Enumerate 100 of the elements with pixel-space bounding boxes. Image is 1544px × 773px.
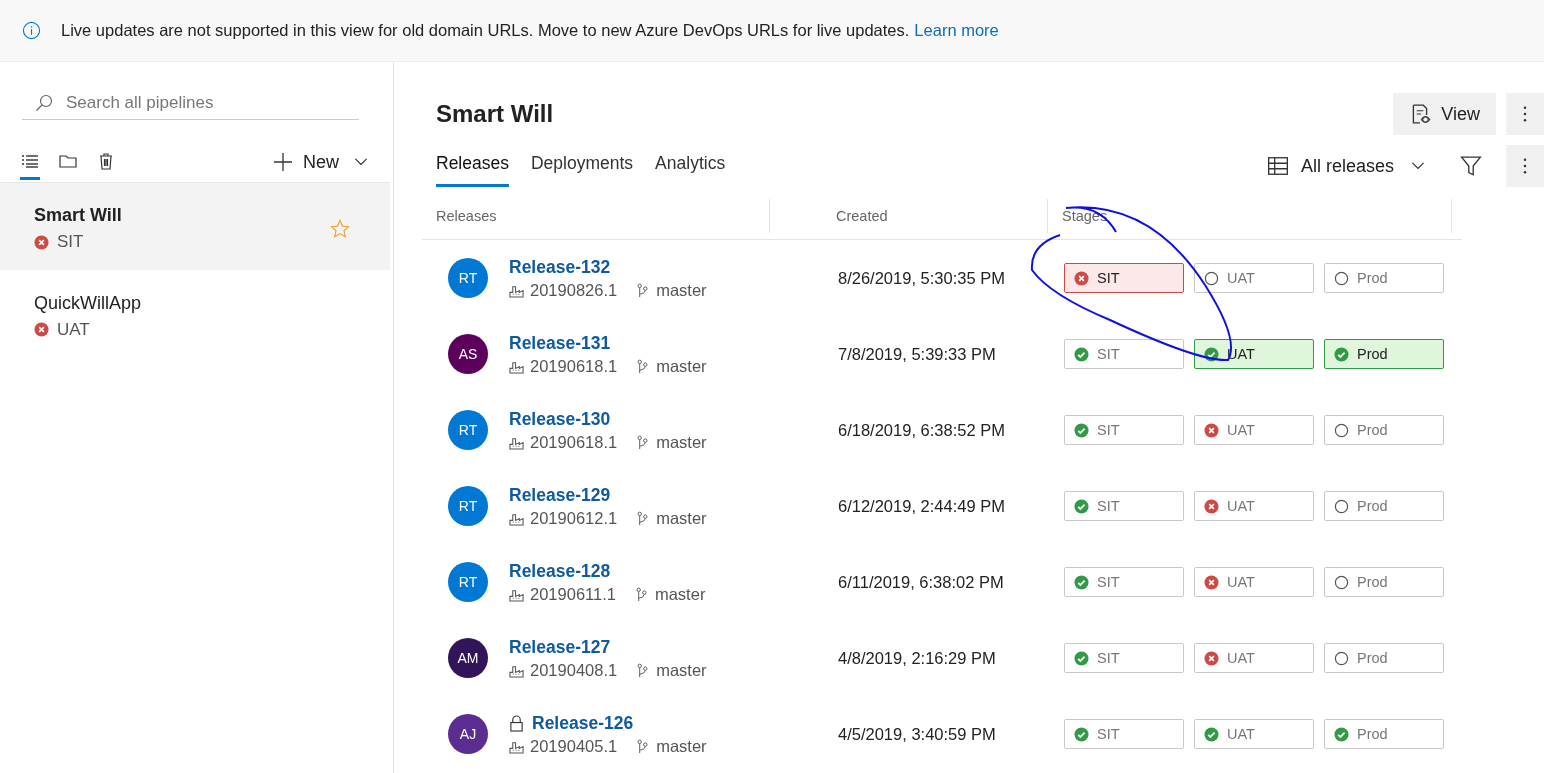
stage-status[interactable]: SIT [1064, 643, 1184, 673]
build-number: 20190405.1 [530, 736, 618, 756]
check-icon [1334, 726, 1349, 742]
failed-icon [1074, 270, 1089, 286]
branch-icon [635, 358, 651, 374]
release-row[interactable]: AM Release-127 20190408.1 master 4/8/2019, 2:16:29 PM SIT UAT Prod [422, 620, 1462, 696]
stage-status[interactable]: SIT [1064, 415, 1184, 445]
release-link[interactable]: Release-128 [509, 560, 611, 582]
search-icon [34, 92, 54, 113]
banner-message: Live updates are not supported in this view for old domain URLs. Move to new Azure DevOps URLs for live updates. [61, 21, 910, 40]
release-row[interactable]: AJ Release-126 20190405.1 master 4/5/2019, 3:40:59 PM SIT UAT Prod [422, 696, 1462, 772]
build-number: 20190826.1 [530, 280, 618, 300]
search-input[interactable]: Search all pipelines [64, 91, 328, 114]
created-date: 6/12/2019, 2:44:49 PM [837, 496, 1006, 516]
column-header: Releases [422, 199, 770, 233]
pipeline-stage: SIT [57, 232, 84, 252]
release-link[interactable]: Release-130 [509, 408, 611, 430]
info-icon [22, 21, 41, 40]
stage-status[interactable]: Prod [1324, 415, 1444, 445]
favorite-star-icon[interactable] [330, 218, 350, 239]
branch-icon [635, 282, 651, 298]
avatar: RT [448, 410, 488, 450]
check-icon [1334, 346, 1349, 362]
stage-status[interactable]: UAT [1194, 719, 1314, 749]
release-row[interactable]: RT Release-128 20190611.1 master 6/11/2019, 6:38:02 PM SIT UAT Prod [422, 544, 1462, 620]
stage-status[interactable]: Prod [1324, 491, 1444, 521]
pipeline-item[interactable]: Smart Will SIT [0, 182, 390, 270]
empty-circle-icon [1204, 270, 1219, 286]
build-number: 20190611.1 [530, 584, 616, 604]
chevron-down-icon [353, 157, 369, 167]
branch-name: master [656, 432, 707, 452]
pipeline-name: Smart Will [34, 205, 122, 226]
check-icon [1074, 498, 1089, 514]
stage-status[interactable]: SIT [1064, 263, 1184, 293]
tab[interactable]: Analytics [655, 145, 726, 187]
stage-status[interactable]: UAT [1194, 567, 1314, 597]
branch-icon [635, 662, 651, 678]
view-button[interactable]: View [1393, 93, 1496, 135]
avatar: RT [448, 562, 488, 602]
stage-status[interactable]: SIT [1064, 491, 1184, 521]
stage-status[interactable]: Prod [1324, 643, 1444, 673]
check-icon [1074, 574, 1089, 590]
branch-name: master [656, 660, 707, 680]
failed-icon [1204, 498, 1219, 514]
check-icon [1074, 422, 1089, 438]
pipeline-item[interactable]: QuickWillApp UAT [0, 270, 390, 358]
branch-name: master [656, 508, 707, 528]
check-icon [1204, 346, 1219, 362]
check-icon [1074, 346, 1089, 362]
release-link[interactable]: Release-131 [509, 332, 611, 354]
pipeline-name: QuickWillApp [34, 292, 142, 314]
stage-status[interactable]: SIT [1064, 339, 1184, 369]
avatar: AM [448, 638, 488, 678]
release-link[interactable]: Release-129 [509, 484, 611, 506]
stage-status[interactable]: Prod [1324, 263, 1444, 293]
plus-icon [273, 152, 293, 172]
new-button[interactable]: New [267, 150, 375, 174]
empty-circle-icon [1334, 498, 1349, 514]
column-header: Created [770, 199, 1048, 233]
chevron-down-icon [1410, 161, 1426, 171]
all-releases-dropdown[interactable]: All releases [1260, 154, 1432, 178]
created-date: 6/11/2019, 6:38:02 PM [837, 572, 1005, 592]
stage-status[interactable]: UAT [1194, 491, 1314, 521]
stage-status[interactable]: Prod [1324, 339, 1444, 369]
tab[interactable]: Releases [436, 145, 509, 187]
failed-icon [34, 322, 49, 337]
empty-circle-icon [1334, 650, 1349, 666]
failed-icon [1204, 422, 1219, 438]
stage-status[interactable]: UAT [1194, 643, 1314, 673]
search-field[interactable]: Search all pipelines [22, 86, 359, 120]
release-row[interactable]: RT Release-130 20190618.1 master 6/18/2019, 6:38:52 PM SIT UAT Prod [422, 392, 1462, 468]
stage-status[interactable]: SIT [1064, 567, 1184, 597]
release-row[interactable]: RT Release-129 20190612.1 master 6/12/2019, 2:44:49 PM SIT UAT Prod [422, 468, 1462, 544]
avatar: RT [448, 486, 488, 526]
avatar: AJ [448, 714, 488, 754]
stage-status[interactable]: UAT [1194, 263, 1314, 293]
build-number: 20190612.1 [530, 508, 618, 528]
tab[interactable]: Deployments [530, 145, 634, 187]
more-icon [1523, 157, 1527, 175]
failed-icon [1204, 650, 1219, 666]
learn-more-link[interactable]: Learn more [914, 21, 999, 40]
stage-status[interactable]: SIT [1064, 719, 1184, 749]
filter-icon[interactable] [1460, 155, 1482, 177]
failed-icon [1204, 574, 1219, 590]
build-number: 20190618.1 [530, 432, 618, 452]
release-link[interactable]: Release-127 [509, 636, 611, 658]
release-link[interactable]: Release-126 [532, 712, 634, 734]
failed-icon [34, 234, 49, 250]
stage-status[interactable]: UAT [1194, 415, 1314, 445]
more-icon [1523, 105, 1527, 123]
build-number: 20190618.1 [530, 356, 618, 376]
release-row[interactable]: RT Release-132 20190826.1 master 8/26/2019, 5:30:35 PM SIT UAT Prod [422, 240, 1462, 316]
branch-icon [635, 738, 651, 754]
release-link[interactable]: Release-132 [509, 256, 611, 278]
check-icon [1074, 726, 1089, 742]
stage-status[interactable]: Prod [1324, 719, 1444, 749]
pipeline-stage: UAT [57, 319, 90, 340]
empty-circle-icon [1334, 422, 1349, 438]
stage-status[interactable]: Prod [1324, 567, 1444, 597]
page-title: Smart Will [436, 100, 554, 128]
